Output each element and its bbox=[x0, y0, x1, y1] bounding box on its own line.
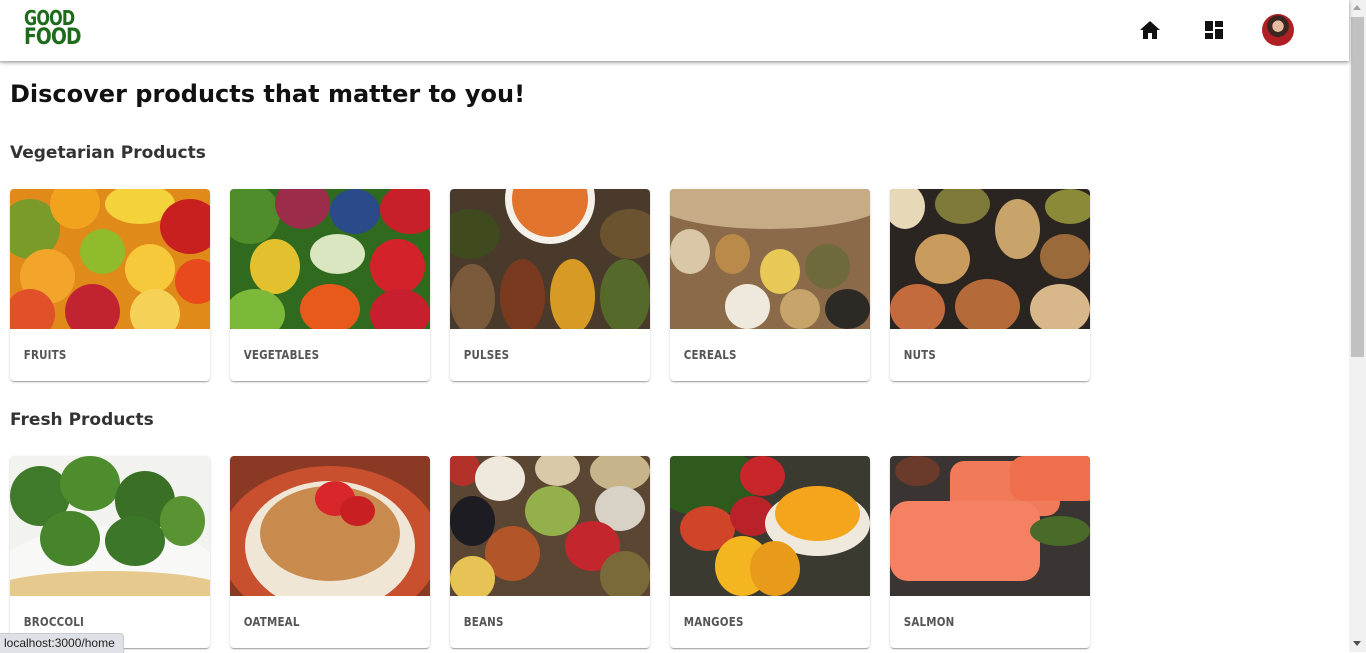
product-card-mangoes[interactable]: MANGOES bbox=[670, 456, 870, 648]
card-label: VEGETABLES bbox=[243, 348, 320, 362]
mangoes-image bbox=[670, 456, 870, 596]
product-card-vegetables[interactable]: VEGETABLES bbox=[230, 189, 430, 381]
product-card-oatmeal[interactable]: OATMEAL bbox=[230, 456, 430, 648]
nuts-image bbox=[890, 189, 1090, 329]
scroll-down-arrow-icon[interactable] bbox=[1353, 641, 1361, 646]
card-label: NUTS bbox=[903, 348, 936, 362]
product-card-broccoli[interactable]: BROCCOLI bbox=[10, 456, 210, 648]
fruits-image bbox=[10, 189, 210, 329]
section-title-vegetarian: Vegetarian Products bbox=[10, 143, 206, 163]
vegetarian-products-list: FRUITS VEGETABLES PULSES CEREALS NUTS bbox=[10, 189, 1090, 381]
dashboard-button[interactable] bbox=[1198, 14, 1230, 46]
product-card-cereals[interactable]: CEREALS bbox=[670, 189, 870, 381]
card-label: OATMEAL bbox=[243, 615, 300, 629]
broccoli-image bbox=[10, 456, 210, 596]
scroll-up-arrow-icon[interactable] bbox=[1353, 5, 1361, 10]
page-title: Discover products that matter to you! bbox=[10, 80, 526, 108]
product-card-pulses[interactable]: PULSES bbox=[450, 189, 650, 381]
card-label: SALMON bbox=[903, 615, 955, 629]
logo-line-2: FOOD bbox=[24, 25, 82, 50]
beans-image bbox=[450, 456, 650, 596]
pulses-image bbox=[450, 189, 650, 329]
cereals-image bbox=[670, 189, 870, 329]
app-bar: GOOD FOOD bbox=[0, 0, 1349, 61]
product-card-nuts[interactable]: NUTS bbox=[890, 189, 1090, 381]
salmon-image bbox=[890, 456, 1090, 596]
card-label: BEANS bbox=[463, 615, 504, 629]
card-label: MANGOES bbox=[683, 615, 744, 629]
dashboard-icon bbox=[1205, 21, 1223, 39]
good-food-logo[interactable]: GOOD FOOD bbox=[24, 8, 82, 51]
home-icon bbox=[1140, 21, 1160, 39]
card-label: PULSES bbox=[463, 348, 510, 362]
product-card-fruits[interactable]: FRUITS bbox=[10, 189, 210, 381]
status-bar-url: localhost:3000/home bbox=[0, 633, 124, 653]
home-button[interactable] bbox=[1134, 14, 1166, 46]
card-label: FRUITS bbox=[23, 348, 67, 362]
card-label: CEREALS bbox=[683, 348, 737, 362]
page-scrollbar[interactable] bbox=[1349, 0, 1366, 652]
product-card-beans[interactable]: BEANS bbox=[450, 456, 650, 648]
oatmeal-image bbox=[230, 456, 430, 596]
section-title-fresh: Fresh Products bbox=[10, 410, 154, 430]
user-avatar[interactable] bbox=[1262, 14, 1294, 46]
vegetables-image bbox=[230, 189, 430, 329]
fresh-products-list: BROCCOLI OATMEAL BEANS MANGOES SALMON bbox=[10, 456, 1090, 648]
scrollbar-thumb[interactable] bbox=[1351, 17, 1364, 357]
product-card-salmon[interactable]: SALMON bbox=[890, 456, 1090, 648]
